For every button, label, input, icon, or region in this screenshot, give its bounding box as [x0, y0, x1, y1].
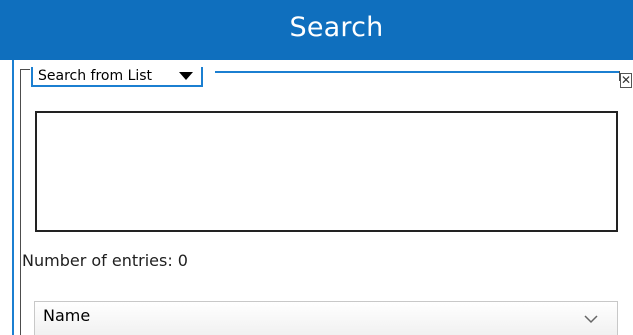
caret-icon: [179, 72, 193, 80]
title-bar: Search: [0, 0, 633, 60]
entry-count-label: Number of entries: 0: [22, 251, 188, 270]
close-icon[interactable]: ✕: [620, 73, 632, 88]
group-frame-top-left: [20, 69, 30, 70]
group-frame-top-right: [215, 71, 619, 73]
search-list-box[interactable]: [35, 111, 618, 232]
group-frame-left: [20, 69, 21, 335]
left-accent-line: [12, 60, 14, 335]
window-title: Search: [289, 12, 384, 43]
field-select-value: Name: [43, 306, 91, 325]
search-mode-label: Search from List: [38, 68, 153, 84]
chevron-down-icon: [584, 315, 598, 324]
close-glyph: ✕: [621, 73, 632, 87]
field-select[interactable]: Name: [34, 301, 618, 335]
search-mode-dropdown[interactable]: Search from List: [31, 67, 203, 87]
